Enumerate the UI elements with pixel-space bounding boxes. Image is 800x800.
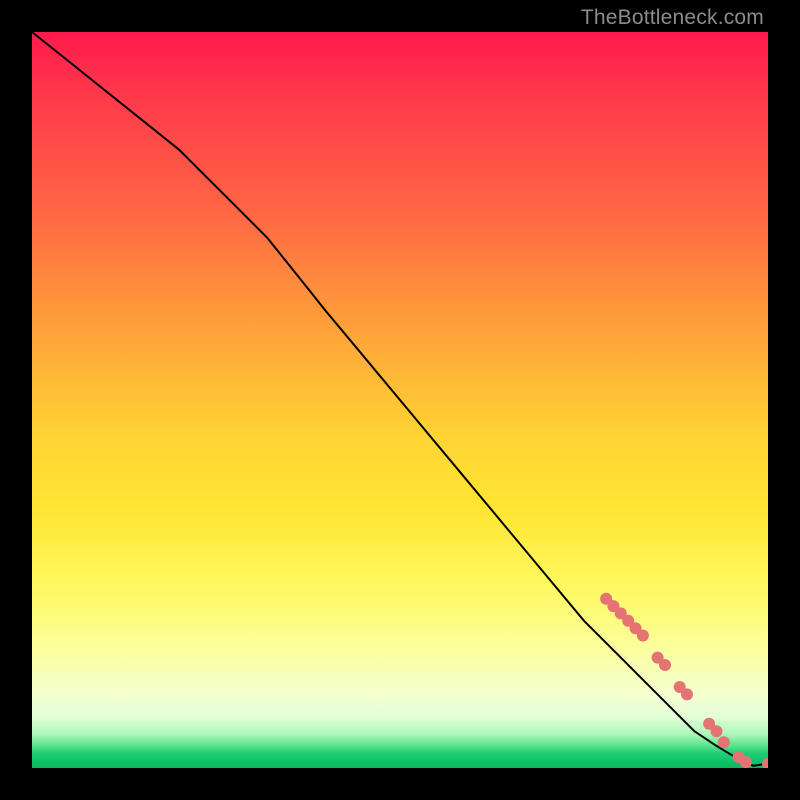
highlight-marker — [740, 756, 752, 768]
highlight-marker — [637, 630, 649, 642]
highlight-marker — [711, 725, 723, 737]
chart-frame: TheBottleneck.com — [0, 0, 800, 800]
plot-area — [32, 32, 768, 768]
watermark-text: TheBottleneck.com — [581, 6, 764, 30]
chart-overlay — [32, 32, 768, 768]
highlight-marker — [762, 758, 768, 768]
highlight-markers — [600, 593, 768, 768]
highlight-marker — [659, 659, 671, 671]
highlight-marker — [718, 736, 730, 748]
highlight-marker — [681, 688, 693, 700]
